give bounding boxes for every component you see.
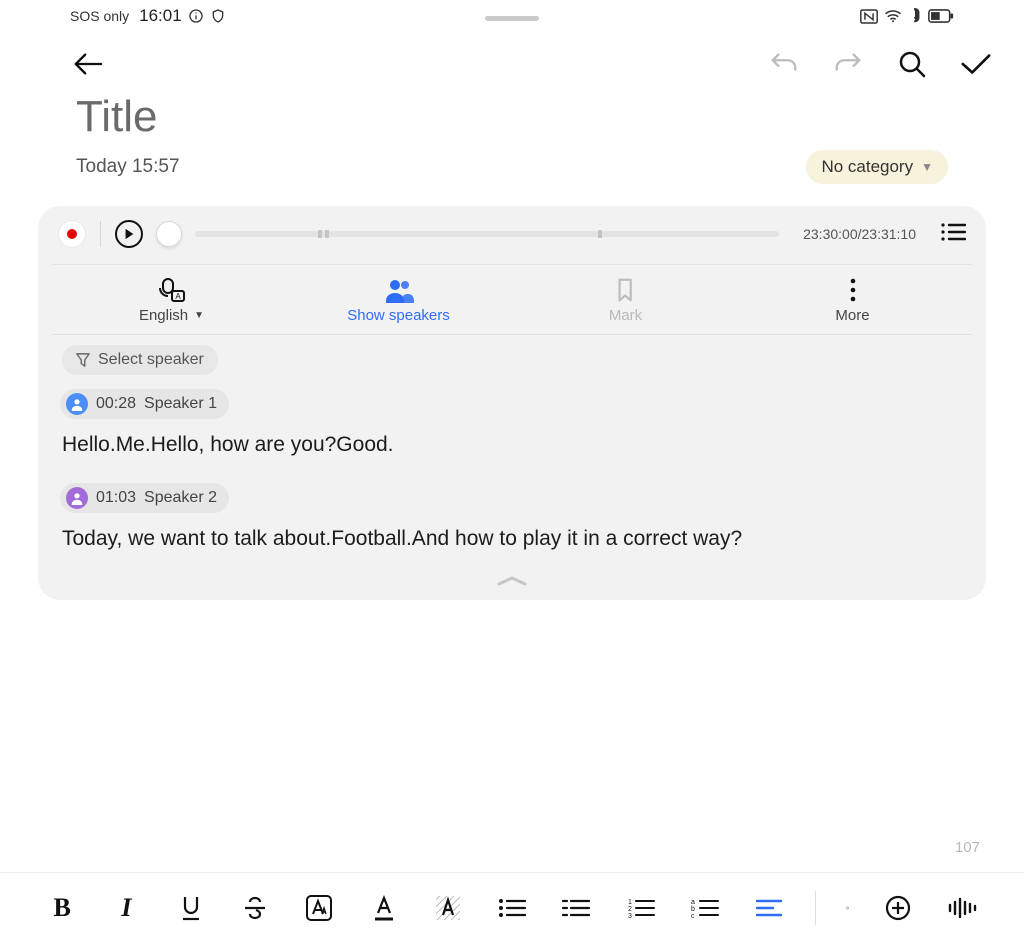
track-marker — [598, 230, 602, 238]
tab-language-label: English — [139, 307, 188, 324]
divider — [100, 221, 101, 247]
underline-button[interactable] — [175, 891, 207, 925]
chevron-down-icon: ▼ — [921, 160, 933, 174]
numbered-list-button[interactable]: 123 — [625, 891, 657, 925]
category-selector[interactable]: No category ▼ — [806, 150, 948, 184]
app-header — [0, 28, 1024, 88]
track-marker — [318, 230, 322, 238]
select-speaker-label: Select speaker — [98, 351, 204, 369]
alert-icon — [908, 8, 922, 24]
italic-button[interactable]: I — [110, 891, 142, 925]
tab-show-speakers[interactable]: Show speakers — [285, 271, 512, 334]
svg-text:A: A — [175, 292, 181, 301]
align-button[interactable] — [753, 891, 785, 925]
collapse-handle[interactable] — [58, 572, 966, 588]
shield-icon — [210, 8, 226, 24]
back-button[interactable] — [70, 46, 106, 82]
search-button[interactable] — [894, 46, 930, 82]
svg-text:b: b — [691, 906, 695, 913]
undo-button[interactable] — [766, 46, 802, 82]
category-label: No category — [821, 157, 913, 177]
note-timestamp: Today 15:57 — [76, 156, 180, 178]
speaker-time: 00:28 — [96, 395, 136, 413]
speaker-tag[interactable]: 00:28 Speaker 1 — [60, 389, 229, 419]
svg-text:1: 1 — [628, 899, 632, 906]
dash-list-button[interactable] — [560, 891, 592, 925]
speaker-time: 01:03 — [96, 489, 136, 507]
svg-text:2: 2 — [628, 906, 632, 913]
transcript-panel: 23:30:00/23:31:10 A English ▼ Show speake… — [38, 206, 986, 600]
checklist-button[interactable] — [815, 891, 849, 925]
playback-time: 23:30:00/23:31:10 — [803, 226, 916, 242]
wifi-icon — [884, 9, 902, 23]
play-button[interactable] — [115, 220, 143, 248]
tab-mark-label: Mark — [609, 307, 642, 324]
drag-handle-icon[interactable] — [485, 16, 539, 21]
lettered-list-button[interactable]: abc — [689, 891, 721, 925]
avatar-icon — [66, 487, 88, 509]
bold-button[interactable]: B — [46, 891, 78, 925]
avatar-icon — [66, 393, 88, 415]
font-style-button[interactable] — [303, 891, 335, 925]
chevron-down-icon: ▼ — [194, 310, 204, 321]
clock: 16:01 — [139, 6, 182, 26]
svg-text:3: 3 — [628, 913, 632, 919]
tab-show-speakers-label: Show speakers — [347, 307, 450, 324]
utterance-text[interactable]: Hello.Me.Hello, how are you?Good. — [62, 431, 962, 459]
nfc-icon — [860, 9, 878, 24]
status-bar: SOS only 16:01 — [0, 0, 1024, 28]
page-title[interactable]: Title — [76, 92, 948, 142]
speaker-name: Speaker 2 — [144, 489, 217, 507]
audio-player: 23:30:00/23:31:10 — [58, 220, 966, 248]
voice-input-button[interactable] — [946, 891, 978, 925]
text-color-button[interactable] — [367, 891, 399, 925]
add-button[interactable] — [881, 891, 913, 925]
info-icon — [188, 8, 204, 24]
select-speaker-chip[interactable]: Select speaker — [62, 345, 218, 375]
utterance-text[interactable]: Today, we want to talk about.Football.An… — [62, 525, 962, 553]
tab-mark[interactable]: Mark — [512, 271, 739, 334]
confirm-button[interactable] — [958, 46, 994, 82]
svg-text:a: a — [691, 899, 695, 906]
tab-more[interactable]: More — [739, 271, 966, 334]
tab-more-label: More — [835, 307, 869, 324]
format-toolbar: B I 123 abc — [0, 872, 1024, 942]
transcript-entry: 00:28 Speaker 1 Hello.Me.Hello, how are … — [58, 383, 966, 459]
playlist-button[interactable] — [930, 222, 966, 247]
strikethrough-button[interactable] — [239, 891, 271, 925]
speaker-tag[interactable]: 01:03 Speaker 2 — [60, 483, 229, 513]
battery-icon — [928, 9, 954, 23]
transcript-entry: 01:03 Speaker 2 Today, we want to talk a… — [58, 477, 966, 553]
svg-text:c: c — [691, 913, 695, 919]
record-button[interactable] — [58, 220, 86, 248]
network-status: SOS only — [70, 8, 129, 24]
character-count: 107 — [955, 839, 980, 856]
tab-language[interactable]: A English ▼ — [58, 271, 285, 334]
transcript-tabs: A English ▼ Show speakers Mark More — [58, 271, 966, 334]
bullet-list-button[interactable] — [496, 891, 528, 925]
redo-button[interactable] — [830, 46, 866, 82]
speaker-name: Speaker 1 — [144, 395, 217, 413]
scrubber-handle[interactable] — [157, 222, 181, 246]
scrubber-track[interactable] — [195, 231, 779, 237]
highlight-button[interactable] — [432, 891, 464, 925]
